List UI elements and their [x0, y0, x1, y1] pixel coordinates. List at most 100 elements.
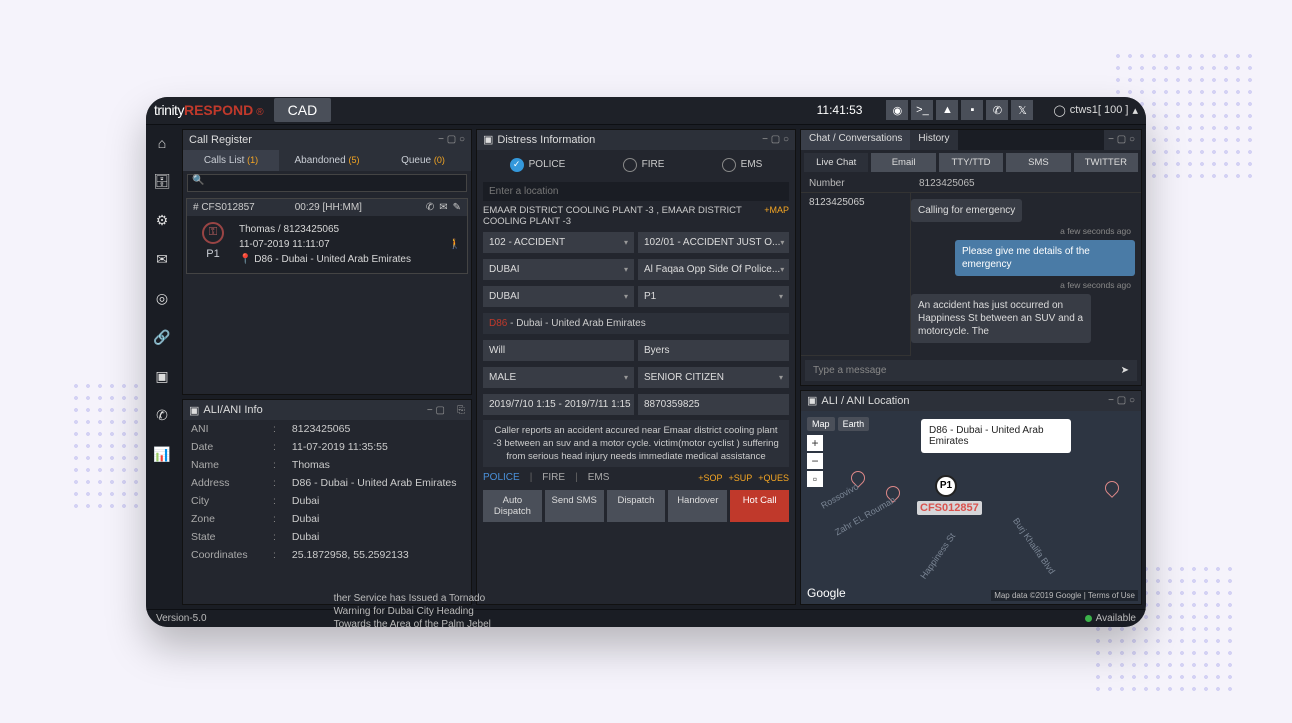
field-phone[interactable]: 8870359825 [638, 394, 789, 415]
call-card[interactable]: # CFS01285700:29 [HH:MM]✆✉✎ ⚿P1 Thomas /… [186, 198, 468, 274]
toolbar-icons: ◉ >_ ▲ ▪ ✆ 𝕏 [886, 100, 1033, 120]
map-panel: ▣ALI / ANI Location− ▢ ○ Map Earth + − ▫… [800, 390, 1142, 605]
globe-icon[interactable]: ◉ [886, 100, 908, 120]
user-menu[interactable]: ◯ctws1[ 100 ]▴ [1053, 104, 1138, 117]
sel-emirate2[interactable]: DUBAI▾ [483, 286, 634, 307]
btn-auto-dispatch[interactable]: Auto Dispatch [483, 490, 542, 522]
poi-icon [1102, 478, 1122, 498]
tab-calls-list[interactable]: Calls List (1) [183, 150, 279, 171]
top-bar: trinityRESPOND ® CAD 11:41:53 ◉ >_ ▲ ▪ ✆… [146, 97, 1146, 125]
panel-title: ALI/ANI Info [203, 404, 262, 416]
map-attribution: Map data ©2019 Google | Terms of Use [991, 590, 1138, 601]
shield-icon: ⚿ [202, 222, 224, 244]
link-sop[interactable]: +SOP [698, 473, 722, 483]
map-tab-map[interactable]: Map [807, 417, 835, 431]
phone-icon[interactable]: ✆ [986, 100, 1008, 120]
btn-handover[interactable]: Handover [668, 490, 727, 522]
ticker: ther Service has Issued a Tornado Warnin… [327, 587, 507, 627]
chat-contact[interactable]: 8123425065 [801, 193, 911, 356]
stats-icon[interactable]: 📊 [153, 446, 170, 463]
app-window: trinityRESPOND ® CAD 11:41:53 ◉ >_ ▲ ▪ ✆… [146, 97, 1146, 627]
chat-msg-in: Calling for emergency [911, 199, 1022, 222]
field-fname[interactable]: Will [483, 340, 634, 361]
tab-queue[interactable]: Queue (0) [375, 150, 471, 171]
link-sup[interactable]: +SUP [728, 473, 752, 483]
bell-icon[interactable]: ▲ [936, 100, 958, 120]
chat-panel: Chat / Conversations History − ▢ ○ Live … [800, 129, 1142, 386]
panel-controls[interactable]: − ▢ ○ [438, 134, 465, 145]
sidebar: ⌂ 🗄 ⚙ ✉ ◎ 🔗 ▣ ✆ 📊 [146, 125, 178, 609]
zoom-in[interactable]: + [807, 435, 823, 451]
subtab-twitter[interactable]: TWITTER [1074, 153, 1138, 172]
twitter-icon[interactable]: 𝕏 [1011, 100, 1033, 120]
mail-icon[interactable]: ✉ [156, 251, 168, 268]
chat-msg-out: Please give me details of the emergency [955, 240, 1135, 276]
chat-input[interactable]: Type a message➤ [805, 360, 1137, 381]
location-input[interactable]: Enter a location [483, 182, 789, 201]
panel-title: ALI / ANI Location [821, 395, 909, 407]
subtab-live[interactable]: Live Chat [804, 153, 868, 172]
map-balloon: D86 - Dubai - United Arab Emirates [921, 419, 1071, 453]
subtab-tty[interactable]: TTY/TTD [939, 153, 1003, 172]
globe2-icon[interactable]: ◎ [156, 290, 168, 307]
map-canvas[interactable]: Map Earth + − ▫ D86 - Dubai - United Ara… [801, 411, 1141, 604]
ali-table: ANI:8123425065 Date:11-07-2019 11:35:55 … [183, 420, 471, 564]
radio-fire[interactable]: FIRE [623, 158, 665, 172]
phone-icon[interactable]: ✆ [426, 202, 434, 213]
radio-ems[interactable]: EMS [722, 158, 763, 172]
sel-gender[interactable]: MALE▾ [483, 367, 634, 388]
status-available: Available [1085, 613, 1136, 624]
terminal-icon[interactable]: >_ [911, 100, 933, 120]
box-icon[interactable]: ▣ [155, 368, 168, 385]
panel-title: Distress Information [497, 134, 595, 146]
call-register-panel: Call Register − ▢ ○ Calls List (1) Abando… [182, 129, 472, 396]
svc-police[interactable]: POLICE [483, 472, 520, 483]
version: Version-5.0 [156, 613, 207, 624]
home-icon[interactable]: ⌂ [158, 135, 166, 151]
svc-ems[interactable]: EMS [588, 472, 610, 483]
link-ques[interactable]: +QUES [758, 473, 789, 483]
field-lname[interactable]: Byers [638, 340, 789, 361]
sel-type[interactable]: 102 - ACCIDENT▾ [483, 232, 634, 253]
edit-icon[interactable]: ✎ [453, 202, 461, 213]
map-tab-earth[interactable]: Earth [838, 417, 870, 431]
panel-title: Call Register [189, 134, 252, 146]
btn-dispatch[interactable]: Dispatch [607, 490, 666, 522]
data-icon[interactable]: 🗄 [153, 173, 171, 190]
svc-fire[interactable]: FIRE [542, 472, 565, 483]
map-pin[interactable]: P1 [935, 475, 957, 497]
distress-panel: ▣Distress Information− ▢ ○ POLICE FIRE E… [476, 129, 796, 605]
clock: 11:41:53 [817, 103, 863, 117]
tab-abandoned[interactable]: Abandoned (5) [279, 150, 375, 171]
user-icon[interactable]: ▪ [961, 100, 983, 120]
notes-field[interactable]: Caller reports an accident accured near … [483, 420, 789, 468]
walk-icon: 🚶 [449, 237, 461, 252]
send-icon[interactable]: ➤ [1121, 365, 1129, 376]
ali-ani-panel: ▣ALI/ANI Info− ▢⎘ ANI:8123425065 Date:11… [182, 399, 472, 604]
zoom-fit[interactable]: ▫ [807, 471, 823, 487]
settings-icon[interactable]: ⚙ [156, 212, 169, 229]
sel-nearest[interactable]: Al Faqaa Opp Side Of Police...▾ [638, 259, 789, 280]
tab-cad[interactable]: CAD [274, 98, 332, 122]
zoom-out[interactable]: − [807, 453, 823, 469]
tab-chat[interactable]: Chat / Conversations [801, 129, 910, 150]
sel-emirate[interactable]: DUBAI▾ [483, 259, 634, 280]
subtab-sms[interactable]: SMS [1006, 153, 1070, 172]
link-icon[interactable]: 🔗 [153, 329, 170, 346]
sel-category[interactable]: SENIOR CITIZEN▾ [638, 367, 789, 388]
btn-hot-call[interactable]: Hot Call [730, 490, 789, 522]
status-bar: Version-5.0 ther Service has Issued a To… [146, 609, 1146, 627]
radio-police[interactable]: POLICE [510, 158, 566, 172]
field-datetime[interactable]: 2019/7/10 1:15 - 2019/7/11 1:15 [483, 394, 634, 415]
address-field: D86 - Dubai - United Arab Emirates [483, 313, 789, 334]
call-icon[interactable]: ✆ [156, 407, 168, 424]
search-input[interactable]: 🔍 [187, 174, 467, 192]
btn-send-sms[interactable]: Send SMS [545, 490, 604, 522]
tab-history[interactable]: History [910, 129, 957, 150]
map-link[interactable]: +MAP [764, 205, 789, 227]
logo-trinity: trinityRESPOND ® [154, 102, 264, 118]
sel-priority[interactable]: P1▾ [638, 286, 789, 307]
mail-icon[interactable]: ✉ [439, 202, 447, 213]
sel-subtype[interactable]: 102/01 - ACCIDENT JUST O...▾ [638, 232, 789, 253]
subtab-email[interactable]: Email [871, 153, 935, 172]
